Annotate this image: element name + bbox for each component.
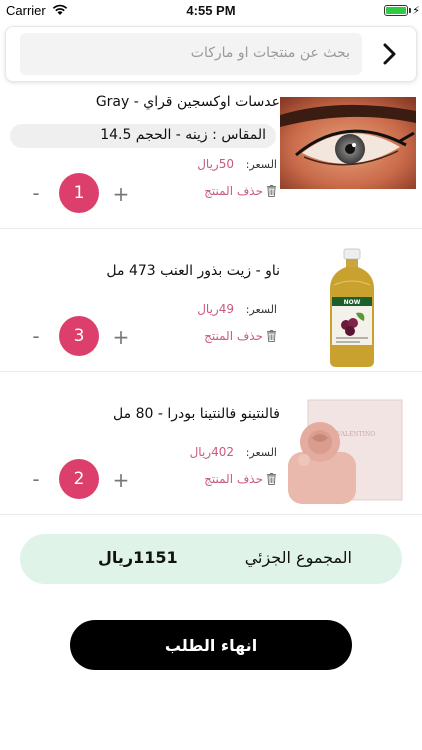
chevron-right-icon[interactable] (368, 33, 412, 75)
perfume-image: VALENTINO (288, 399, 403, 504)
cart-item: فالنتينو فالنتينا بودرا - 80 مل السعر: 4… (0, 372, 422, 515)
subtotal-value: 1151ريال (98, 548, 178, 567)
product-title: عدسات اوكسجين قراي - Gray (95, 94, 280, 110)
eye-lens-image (280, 97, 416, 189)
delete-label: حذف المنتج (204, 472, 263, 486)
quantity-value: 3 (59, 316, 99, 356)
price-label: السعر: (245, 446, 277, 459)
decrease-quantity-button[interactable]: - (26, 183, 46, 203)
search-placeholder: بحث عن منتجات او ماركات (190, 45, 350, 61)
increase-quantity-button[interactable]: + (111, 470, 131, 490)
clock: 4:55 PM (186, 3, 236, 18)
trash-icon (267, 330, 276, 342)
price-value: 402ريال (189, 445, 234, 459)
svg-text:NOW: NOW (344, 299, 361, 306)
quantity-value: 2 (59, 459, 99, 499)
trash-icon (267, 473, 276, 485)
search-bar: بحث عن منتجات او ماركات (5, 26, 417, 82)
variant-text: المقاس : زينه - الحجم 14.5 (100, 127, 266, 143)
subtotal-box: المجموع الجزئي 1151ريال (20, 534, 402, 584)
price-value: 50ريال (197, 157, 234, 171)
cart-item: ناو - زيت بذور العنب 473 مل السعر: 49ريا… (0, 229, 422, 372)
subtotal-label: المجموع الجزئي (244, 548, 352, 567)
battery-tip (409, 8, 411, 13)
trash-icon (267, 185, 276, 197)
price-label: السعر: (245, 158, 277, 171)
svg-text:VALENTINO: VALENTINO (336, 431, 375, 438)
checkout-button[interactable]: انهاء الطلب (70, 620, 352, 670)
product-title: فالنتينو فالنتينا بودرا - 80 مل (113, 406, 280, 422)
delete-label: حذف المنتج (204, 329, 263, 343)
delete-item-button[interactable]: حذف المنتج (204, 184, 277, 198)
increase-quantity-button[interactable]: + (111, 184, 131, 204)
delete-label: حذف المنتج (204, 184, 263, 198)
decrease-quantity-button[interactable]: - (26, 326, 46, 346)
status-bar: Carrier 4:55 PM ⚡ (0, 0, 422, 22)
increase-quantity-button[interactable]: + (111, 327, 131, 347)
quantity-value: 1 (59, 173, 99, 213)
cart-item: عدسات اوكسجين قراي - Gray المقاس : زينه … (0, 86, 422, 229)
grapeseed-oil-image: NOW (330, 248, 374, 367)
delete-item-button[interactable]: حذف المنتج (204, 329, 277, 343)
search-input[interactable]: بحث عن منتجات او ماركات (20, 33, 362, 75)
battery-icon (384, 5, 408, 16)
decrease-quantity-button[interactable]: - (26, 469, 46, 489)
product-title: ناو - زيت بذور العنب 473 مل (106, 263, 280, 279)
variant-pill: المقاس : زينه - الحجم 14.5 (10, 124, 276, 148)
price-label: السعر: (245, 303, 277, 316)
charging-icon: ⚡ (412, 4, 420, 17)
price-value: 49ريال (197, 302, 234, 316)
delete-item-button[interactable]: حذف المنتج (204, 472, 277, 486)
